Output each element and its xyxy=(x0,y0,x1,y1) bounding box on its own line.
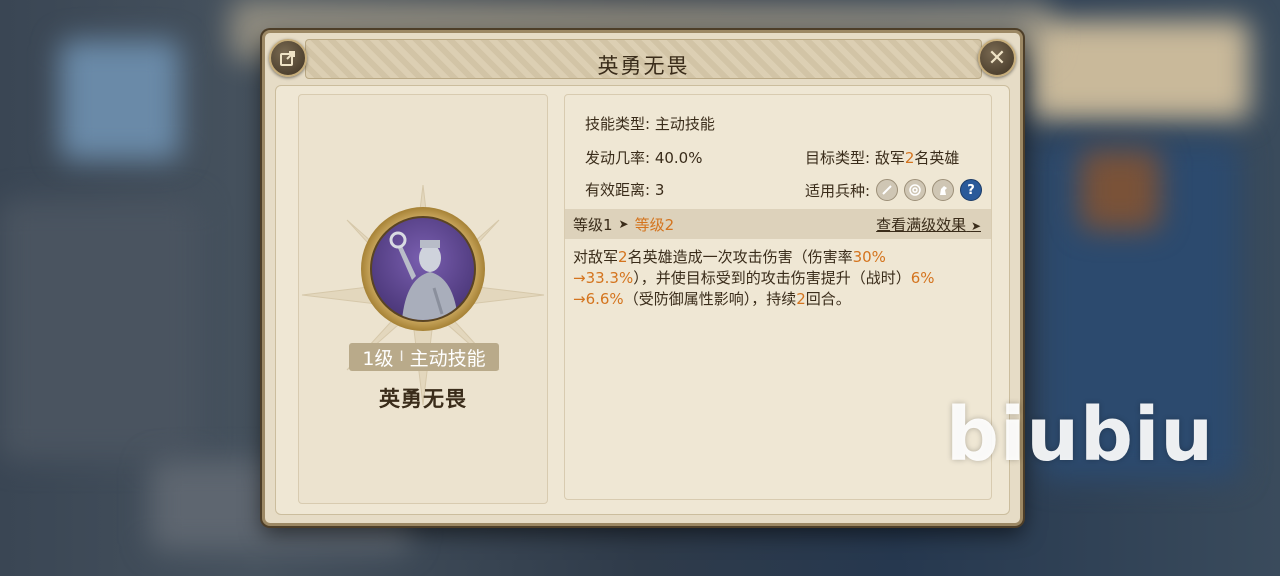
skill-info-panel: 技能类型: 主动技能 发动几率: 40.0% 有效距离: 3 目标类型: 敌军2… xyxy=(564,94,992,500)
skill-name: 英勇无畏 xyxy=(379,387,467,411)
bg-shape xyxy=(1030,20,1250,120)
target-type-key: 目标类型: xyxy=(805,149,875,167)
arrow-right-icon: ➤ xyxy=(618,217,629,231)
skill-level: 1级 xyxy=(362,347,394,370)
bg-shape xyxy=(0,200,200,460)
desc-value: →6.6% xyxy=(573,290,624,308)
desc-value: 2 xyxy=(618,248,628,266)
unit-type-row: 适用兵种: ? xyxy=(805,179,983,201)
skill-type-value: 主动技能 xyxy=(654,115,715,133)
desc-value: 6% xyxy=(910,269,935,287)
watermark: biubiu xyxy=(946,392,1215,478)
desc-value: 2 xyxy=(796,290,806,308)
desc-value: 30% xyxy=(852,248,886,266)
dialog-title: 英勇无畏 xyxy=(597,54,690,78)
unit-type-key: 适用兵种: xyxy=(805,181,871,200)
archer-icon[interactable] xyxy=(904,179,927,201)
infantry-icon[interactable] xyxy=(876,179,899,201)
target-count: 2 xyxy=(904,149,915,167)
share-button[interactable] xyxy=(269,39,307,77)
arrow-right-icon: ➤ xyxy=(970,218,981,233)
current-level: 等级1 xyxy=(573,215,613,234)
skill-card: 1级 I 主动技能 英勇无畏 xyxy=(298,94,548,504)
view-max-level-link[interactable]: 查看满级效果 ➤ xyxy=(876,214,981,235)
desc-text: 对敌军 xyxy=(573,248,619,266)
next-level: 等级2 xyxy=(634,215,675,234)
skill-dialog: 英勇无畏 ✕ 1级 I 主动技能 英勇无畏 技能类型: 主动技能 发动几率: 4… xyxy=(262,30,1023,526)
range-value: 3 xyxy=(654,181,665,199)
target-type-prefix: 敌军 xyxy=(874,149,905,167)
title-bar: 英勇无畏 xyxy=(305,39,982,79)
help-icon[interactable]: ? xyxy=(960,179,983,201)
skill-level-badge: 1级 I 主动技能 xyxy=(349,343,499,371)
desc-text: 回合。 xyxy=(805,290,851,308)
hero-statue-icon xyxy=(389,231,458,320)
skill-description: 对敌军2名英雄造成一次攻击伤害（伤害率30% →33.3%），并使目标受到的攻击伤… xyxy=(573,247,979,310)
badge-separator: I xyxy=(399,349,404,365)
bg-shape xyxy=(1080,150,1160,230)
close-button[interactable]: ✕ xyxy=(978,39,1016,77)
desc-value: →33.3% xyxy=(573,269,634,287)
skill-icon-frame xyxy=(361,207,485,331)
skill-type-key: 技能类型: xyxy=(585,115,655,133)
skill-type-badge: 主动技能 xyxy=(409,347,486,370)
level-bar: 等级1 ➤ 等级2 查看满级效果 ➤ xyxy=(565,209,991,239)
range-key: 有效距离: xyxy=(585,181,655,199)
range-row: 有效距离: 3 xyxy=(585,179,664,200)
share-icon xyxy=(280,51,295,66)
cavalry-icon[interactable] xyxy=(932,179,955,201)
trigger-rate-key: 发动几率: xyxy=(585,149,655,167)
skill-portrait xyxy=(370,216,476,322)
desc-text: ），并使目标受到的攻击伤害提升（战时） xyxy=(633,269,911,287)
desc-text: （受防御属性影响），持续 xyxy=(623,290,797,308)
desc-text: 名英雄造成一次攻击伤害（伤害率 xyxy=(627,248,853,266)
skill-type-row: 技能类型: 主动技能 xyxy=(585,113,715,134)
bg-shape xyxy=(60,40,180,160)
target-type-row: 目标类型: 敌军2名英雄 xyxy=(805,147,959,168)
view-max-label: 查看满级效果 xyxy=(876,215,967,234)
dialog-body: 1级 I 主动技能 英勇无畏 技能类型: 主动技能 发动几率: 40.0% 有效… xyxy=(275,85,1010,515)
trigger-rate-row: 发动几率: 40.0% xyxy=(585,147,702,168)
close-icon: ✕ xyxy=(987,45,1007,71)
trigger-rate-value: 40.0% xyxy=(654,149,703,167)
target-type-suffix: 名英雄 xyxy=(914,149,960,167)
